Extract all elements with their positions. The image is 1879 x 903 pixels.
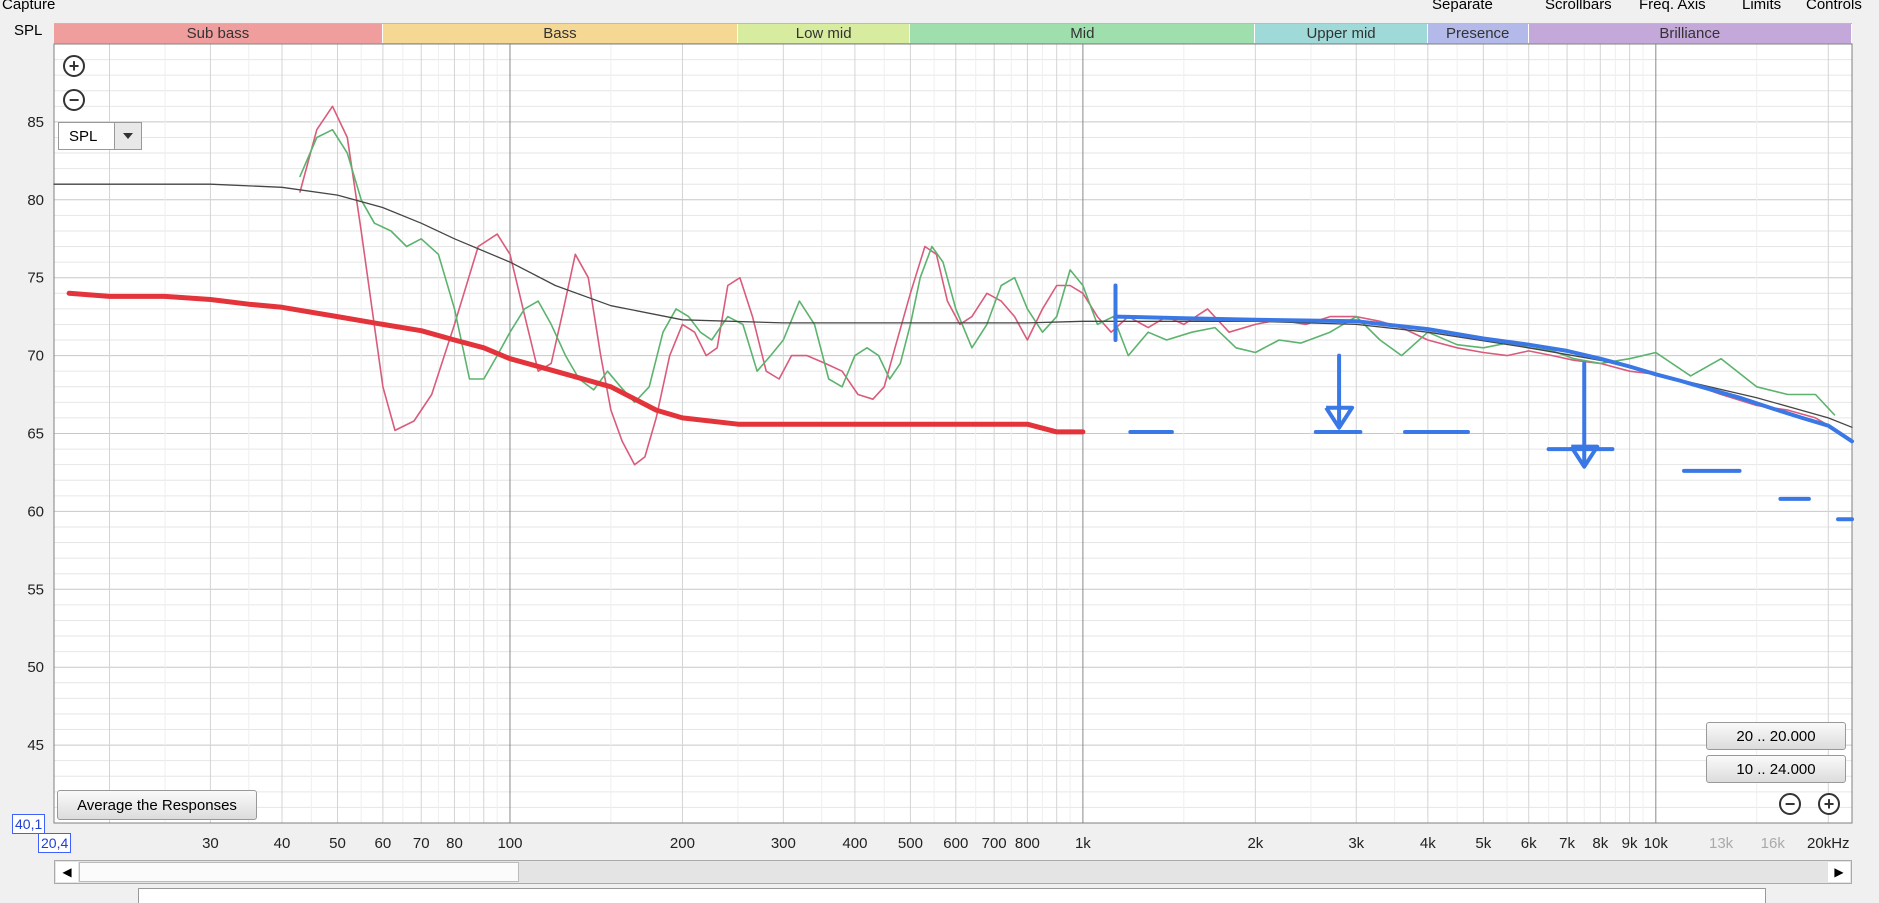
x-tick-label: 8k [1592, 835, 1608, 852]
x-tick-label: 700 [982, 835, 1007, 852]
x-tick-label: 2k [1247, 835, 1263, 852]
x-tick-label: 30 [202, 835, 219, 852]
x-tick-label: 7k [1559, 835, 1575, 852]
y-tick-label: 45 [27, 737, 44, 754]
y-tick-label: 65 [27, 426, 44, 443]
average-responses-button[interactable]: Average the Responses [57, 790, 257, 820]
x-tick-label: 200 [670, 835, 695, 852]
y-tick-label: 85 [27, 114, 44, 131]
x-tick-label: 300 [771, 835, 796, 852]
x-tick-label: 70 [413, 835, 430, 852]
x-tick-label: 500 [898, 835, 923, 852]
x-tick-label: 6k [1521, 835, 1537, 852]
zoom-in-horizontal-icon[interactable]: + [1818, 793, 1840, 815]
x-tick-label: 5k [1475, 835, 1491, 852]
x-tick-label: 40 [274, 835, 291, 852]
spl-chart[interactable]: 45 50 55 60 65 70 75 80 85 30 40 50 60 70 80 100 200 300 4… [0, 0, 1879, 900]
scrollbar-thumb[interactable] [79, 862, 519, 882]
scroll-right-icon[interactable]: ▶ [1828, 862, 1850, 882]
x-tick-label: 10k [1644, 835, 1669, 852]
y-tick-label: 60 [27, 503, 44, 520]
x-tick-label: 4k [1420, 835, 1436, 852]
horizontal-scrollbar[interactable]: ◀ ▶ [54, 860, 1852, 884]
spl-select[interactable]: SPL [58, 122, 142, 150]
spl-select-value: SPL [69, 128, 98, 145]
y-tick-label: 80 [27, 192, 44, 209]
zoom-out-horizontal-icon[interactable]: − [1779, 793, 1801, 815]
y-tick-label: 50 [27, 659, 44, 676]
x-tick-label: 1k [1075, 835, 1091, 852]
x-tick-label: 400 [842, 835, 867, 852]
x-tick-label: 16k [1761, 835, 1786, 852]
zoom-in-vertical-icon[interactable]: + [63, 55, 85, 77]
x-tick-label: 60 [375, 835, 392, 852]
x-tick-label: 800 [1015, 835, 1040, 852]
range-10-24000-button[interactable]: 10 .. 24.000 [1706, 755, 1846, 783]
y-tick-label: 70 [27, 348, 44, 365]
cursor-y-readout: 40,1 [12, 814, 46, 834]
x-tick-label: 3k [1348, 835, 1364, 852]
x-tick-label: 50 [329, 835, 346, 852]
cursor-x-readout: 20,4 [38, 833, 72, 853]
range-20-20000-button[interactable]: 20 .. 20.000 [1706, 722, 1846, 750]
x-tick-label: 600 [943, 835, 968, 852]
x-tick-label: 80 [446, 835, 463, 852]
bottom-panel [138, 888, 1766, 903]
scroll-left-icon[interactable]: ◀ [56, 862, 78, 882]
x-tick-label: 20kHz [1807, 835, 1850, 852]
dropdown-arrow-icon[interactable] [114, 123, 141, 149]
y-tick-label: 55 [27, 581, 44, 598]
zoom-out-vertical-icon[interactable]: − [63, 89, 85, 111]
x-tick-label: 9k [1622, 835, 1638, 852]
y-tick-label: 75 [27, 270, 44, 287]
x-tick-label: 100 [497, 835, 522, 852]
x-tick-label: 13k [1709, 835, 1734, 852]
